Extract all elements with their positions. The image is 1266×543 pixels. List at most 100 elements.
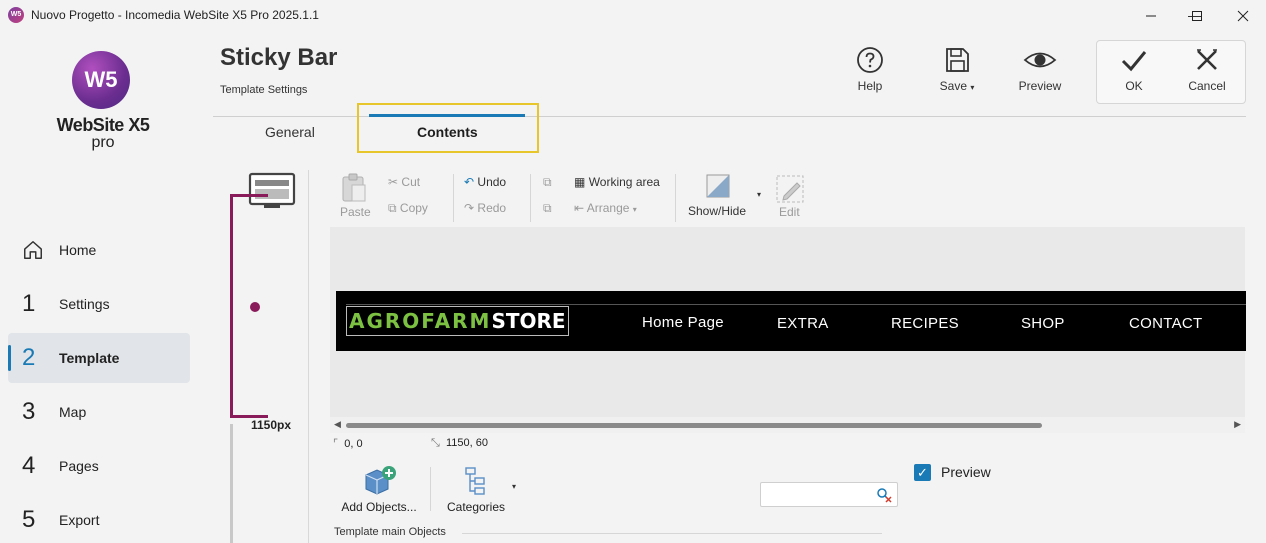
help-label: Help [857, 79, 883, 93]
menu-item-extra[interactable]: EXTRA [777, 315, 829, 332]
copy-button[interactable]: ⧉ Copy [388, 201, 428, 216]
bring-forward-icon[interactable]: ⧉ [543, 175, 552, 190]
sticky-bar-guide [346, 304, 1246, 305]
sidebar-item-export[interactable]: 5 Export [8, 495, 190, 543]
home-icon [24, 241, 42, 259]
undo-label: Undo [477, 175, 507, 189]
copy-label: Copy [399, 201, 428, 215]
undo-button[interactable]: ↶ Undo [464, 175, 506, 189]
save-dropdown-icon[interactable]: ▾ [970, 83, 974, 92]
sidebar-item-number: 4 [22, 452, 36, 479]
page-subtitle: Template Settings [220, 84, 308, 96]
cut-button[interactable]: ✂ Cut [388, 175, 420, 189]
preview-checkbox-label[interactable]: Preview [941, 464, 991, 480]
categories-label: Categories [446, 500, 506, 514]
tab-general[interactable]: General [265, 124, 315, 140]
close-window-button[interactable] [1220, 0, 1266, 31]
maximize-button[interactable] [1174, 0, 1220, 31]
toolbar-separator [530, 174, 531, 222]
eye-icon [1023, 52, 1057, 68]
help-icon [857, 47, 883, 73]
page-title: Sticky Bar [220, 44, 338, 71]
sidebar-item-number: 5 [22, 506, 36, 533]
sidebar-item-label: Template [59, 350, 120, 366]
position-icon: ⌜ [333, 438, 339, 450]
section-title: Template main Objects [334, 526, 446, 538]
sidebar-item-template[interactable]: 2 Template [8, 333, 190, 383]
show-hide-dropdown-icon[interactable]: ▾ [757, 190, 761, 199]
cancel-label: Cancel [1188, 79, 1226, 93]
preview-label: Preview [1018, 79, 1062, 93]
brand-part-2: STORE [491, 309, 566, 333]
add-object-cube-icon [365, 466, 396, 495]
add-objects-button[interactable]: Add Objects... [340, 465, 418, 514]
arrange-label: Arrange [586, 201, 630, 215]
edit-button[interactable]: Edit [779, 205, 800, 219]
search-clear-icon[interactable] [876, 487, 892, 503]
toolbar-separator [675, 174, 676, 222]
scissors-icon: ✂ [388, 175, 399, 189]
add-objects-label: Add Objects... [341, 500, 417, 514]
title-bar: W5 Nuovo Progetto - Incomedia WebSite X5… [0, 0, 1266, 31]
position-readout: ⌜ 0, 0 [333, 437, 363, 450]
brand-logo[interactable]: AGROFARMSTORE [346, 306, 569, 336]
sidebar-item-label: Pages [59, 458, 99, 474]
preview-checkbox[interactable]: ✓ [914, 464, 931, 481]
categories-button[interactable]: Categories [444, 465, 508, 514]
horizontal-scrollbar[interactable]: ◀ ▶ [330, 417, 1245, 433]
arrange-icon: ⇤ [574, 201, 585, 215]
layout-anchor-dot[interactable] [250, 302, 260, 312]
save-icon [946, 48, 969, 72]
close-icon [1237, 10, 1249, 22]
sidebar-item-label: Home [59, 242, 97, 258]
categories-dropdown-icon[interactable]: ▾ [512, 482, 516, 491]
sidebar-item-pages[interactable]: 4 Pages [8, 441, 190, 491]
redo-icon: ↷ [464, 201, 475, 215]
sidebar-item-settings[interactable]: 1 Settings [8, 279, 190, 329]
help-button[interactable]: Help [839, 46, 901, 102]
menu-item-home[interactable]: Home Page [642, 314, 724, 331]
minimize-button-2[interactable] [1128, 0, 1174, 31]
scroll-left-arrow[interactable]: ◀ [334, 419, 341, 430]
sidebar-item-number: 2 [22, 344, 36, 371]
scroll-right-arrow[interactable]: ▶ [1234, 419, 1241, 430]
save-button[interactable]: Save ▾ [926, 46, 988, 102]
sidebar-item-number: 3 [22, 398, 36, 425]
minimize-icon [1146, 15, 1156, 17]
menu-item-shop[interactable]: SHOP [1021, 315, 1065, 332]
sidebar-item-map[interactable]: 3 Map [8, 387, 190, 437]
copy-icon: ⧉ [388, 201, 397, 215]
section-divider [462, 533, 882, 534]
redo-button[interactable]: ↷ Redo [464, 201, 506, 215]
show-hide-button[interactable]: Show/Hide [688, 204, 746, 218]
undo-icon: ↶ [464, 175, 475, 189]
working-area-label: Working area [588, 175, 660, 189]
working-area-button[interactable]: ▦ Working area [574, 175, 660, 189]
edit-icon [776, 175, 804, 203]
sidebar-item-number: 1 [22, 290, 36, 317]
logo-edition: pro [91, 134, 115, 151]
sticky-bar-preview[interactable]: AGROFARMSTORE Home Page EXTRA RECIPES SH… [336, 291, 1246, 351]
arrange-button[interactable]: ⇤ Arrange ▾ [574, 201, 637, 215]
size-icon: ⤡ [431, 437, 440, 449]
send-backward-icon[interactable]: ⧉ [543, 201, 552, 216]
layout-guide-line [230, 424, 233, 543]
preview-button[interactable]: Preview [1009, 46, 1071, 102]
objects-separator [430, 467, 431, 511]
position-value: 0, 0 [344, 438, 363, 450]
ok-button[interactable]: OK [1103, 46, 1165, 102]
maximize-icon [1192, 11, 1202, 21]
sidebar-item-label: Map [59, 404, 87, 420]
show-hide-icon [706, 174, 730, 198]
search-input[interactable] [760, 482, 898, 507]
sidebar-item-home[interactable]: Home [8, 225, 190, 275]
menu-item-recipes[interactable]: RECIPES [891, 315, 959, 332]
cancel-button[interactable]: Cancel [1176, 46, 1238, 102]
toolbar-separator [453, 174, 454, 222]
width-label: 1150px [251, 418, 292, 432]
menu-item-contact[interactable]: CONTACT [1129, 315, 1202, 332]
paste-button[interactable]: Paste [340, 205, 371, 219]
show-hide-label: Show/Hide [688, 204, 747, 218]
scrollbar-thumb[interactable] [346, 423, 1042, 428]
ok-label: OK [1125, 79, 1143, 93]
